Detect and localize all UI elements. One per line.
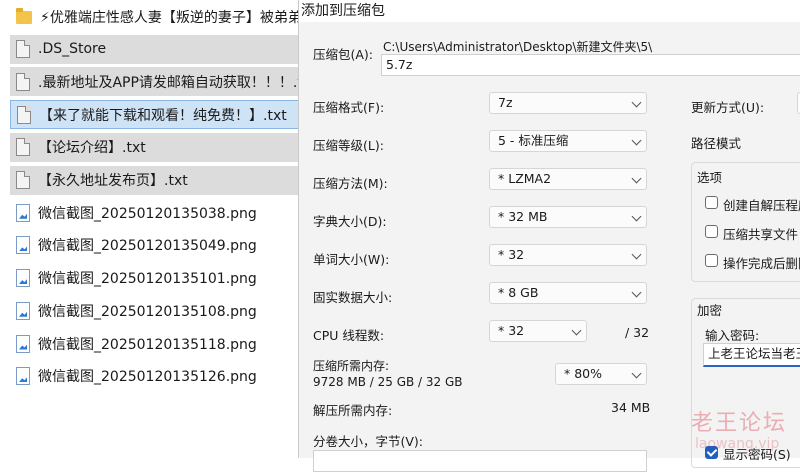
document-icon (16, 40, 30, 59)
options-label: 选项 (695, 167, 725, 186)
file-name: .最新地址及APP请发邮箱自动获取！！！.t (38, 74, 303, 91)
encryption-label: 加密 (695, 300, 725, 319)
archive-path: C:\Users\Administrator\Desktop\新建文件夹\5\ (383, 40, 653, 54)
path-mode-label: 路径模式 (691, 136, 742, 151)
memory-percent-value: * 80% (564, 366, 603, 381)
word-size-value: * 32 (498, 247, 525, 262)
update-mode-label: 更新方式(U): (691, 100, 765, 115)
volume-size-label: 分卷大小，字节(V): (313, 434, 424, 449)
file-item[interactable]: 【来了就能下载和观看！纯免费！】.txt (10, 100, 310, 130)
decompress-memory-label: 解压所需内存: (313, 403, 393, 418)
file-item[interactable]: 微信截图_20250120135118.png (10, 329, 310, 358)
chevron-down-icon (571, 325, 582, 336)
dialog-titlebar[interactable]: 添加到压缩包 (299, 0, 800, 22)
format-label: 压缩格式(F): (313, 100, 385, 115)
memory-percent-select[interactable]: * 80% (555, 363, 647, 385)
word-size-select[interactable]: * 32 (489, 244, 647, 266)
cpu-threads-label: CPU 线程数: (313, 328, 385, 343)
file-name: 微信截图_20250120135118.png (38, 336, 257, 353)
delete-after-label: 操作完成后删除 (723, 256, 800, 271)
solid-size-select[interactable]: * 8 GB (489, 282, 647, 304)
compress-memory-label: 压缩所需内存: (313, 359, 390, 373)
cpu-threads-select[interactable]: * 32 (489, 320, 587, 342)
file-item[interactable]: 微信截图_20250120135049.png (10, 231, 310, 260)
chevron-down-icon (631, 287, 642, 298)
method-select[interactable]: * LZMA2 (489, 168, 647, 190)
image-file-icon (16, 367, 30, 386)
decompress-memory-value: 34 MB (611, 400, 651, 415)
file-item[interactable]: 【论坛介绍】.txt (10, 132, 310, 162)
archive-name-input[interactable]: 5.7z (381, 54, 800, 76)
word-size-label: 单词大小(W): (313, 252, 390, 267)
image-file-icon (16, 334, 30, 353)
file-item[interactable]: 微信截图_20250120135038.png (10, 198, 310, 227)
file-name: 微信截图_20250120135101.png (38, 271, 257, 288)
password-input[interactable]: 上老王论坛当老王 (703, 343, 800, 367)
archive-name-value: 5.7z (386, 57, 413, 72)
document-icon (16, 72, 30, 91)
document-icon (16, 138, 30, 157)
folder-icon (16, 8, 32, 24)
solid-size-value: * 8 GB (498, 285, 539, 300)
watermark: 老王论坛 (691, 411, 788, 436)
delete-after-checkbox[interactable] (705, 254, 718, 267)
method-label: 压缩方法(M): (313, 176, 388, 191)
file-name: 微信截图_20250120135108.png (38, 303, 257, 320)
level-select[interactable]: 5 - 标准压缩 (489, 130, 647, 152)
file-item[interactable]: 微信截图_20250120135101.png (10, 264, 310, 293)
chevron-down-icon (631, 173, 642, 184)
file-item[interactable]: .DS_Store (10, 34, 310, 64)
file-list: ⚡优雅端庄性感人妻【叛逆的妻子】被弟弟 .DS_Store .最新地址及APP请发邮… (0, 0, 310, 458)
document-icon (16, 171, 30, 189)
dictionary-label: 字典大小(D): (313, 214, 387, 229)
file-item[interactable]: ⚡优雅端庄性感人妻【叛逆的妻子】被弟弟 (10, 2, 310, 31)
level-label: 压缩等级(L): (313, 138, 384, 153)
volume-size-input[interactable] (313, 450, 647, 472)
archive-label: 压缩包(A): (313, 47, 374, 62)
document-icon (17, 105, 31, 124)
method-value: * LZMA2 (498, 171, 552, 186)
image-file-icon (16, 203, 30, 222)
compress-memory-value: 9728 MB / 25 GB / 32 GB (313, 375, 463, 389)
chevron-down-icon (631, 135, 642, 146)
image-file-icon (16, 269, 30, 288)
file-name: 微信截图_20250120135049.png (38, 238, 257, 255)
password-value: 上老王论坛当老王 (708, 346, 800, 361)
sfx-label: 创建自解压程序 (723, 198, 800, 213)
chevron-down-icon (631, 211, 642, 222)
image-file-icon (16, 236, 30, 255)
image-file-icon (16, 301, 30, 320)
password-label: 输入密码: (705, 328, 760, 343)
file-name: ⚡优雅端庄性感人妻【叛逆的妻子】被弟弟 (40, 9, 302, 26)
sfx-checkbox[interactable] (705, 196, 718, 209)
file-item[interactable]: .最新地址及APP请发邮箱自动获取！！！.t (10, 67, 310, 97)
chevron-down-icon (631, 249, 642, 260)
format-value: 7z (498, 95, 513, 110)
chevron-down-icon (631, 368, 642, 379)
add-to-archive-dialog: 添加到压缩包 压缩包(A): C:\Users\Administrator\De… (298, 0, 800, 472)
file-item[interactable]: 【永久地址发布页】.txt (10, 165, 310, 195)
watermark-url: laowang.vip (695, 436, 780, 452)
level-value: 5 - 标准压缩 (498, 133, 569, 148)
file-name: 【论坛介绍】.txt (38, 140, 146, 157)
file-item[interactable]: 微信截图_20250120135108.png (10, 296, 310, 325)
shared-files-checkbox[interactable] (705, 225, 718, 238)
dictionary-select[interactable]: * 32 MB (489, 206, 647, 228)
file-item[interactable]: 微信截图_20250120135126.png (10, 362, 310, 391)
format-select[interactable]: 7z (489, 92, 647, 114)
file-name: 【永久地址发布页】.txt (38, 173, 188, 189)
file-name: 微信截图_20250120135126.png (38, 369, 257, 386)
file-name: 【来了就能下载和观看！纯免费！】.txt (39, 107, 287, 124)
chevron-down-icon (631, 97, 642, 108)
solid-size-label: 固实数据大小: (313, 290, 393, 305)
shared-files-label: 压缩共享文件 (723, 227, 799, 242)
dialog-title: 添加到压缩包 (301, 3, 385, 19)
cpu-threads-value: * 32 (498, 323, 525, 338)
file-name: 微信截图_20250120135038.png (38, 205, 257, 222)
cpu-threads-total: / 32 (625, 325, 650, 340)
dictionary-value: * 32 MB (498, 209, 548, 224)
file-name: .DS_Store (38, 41, 107, 58)
